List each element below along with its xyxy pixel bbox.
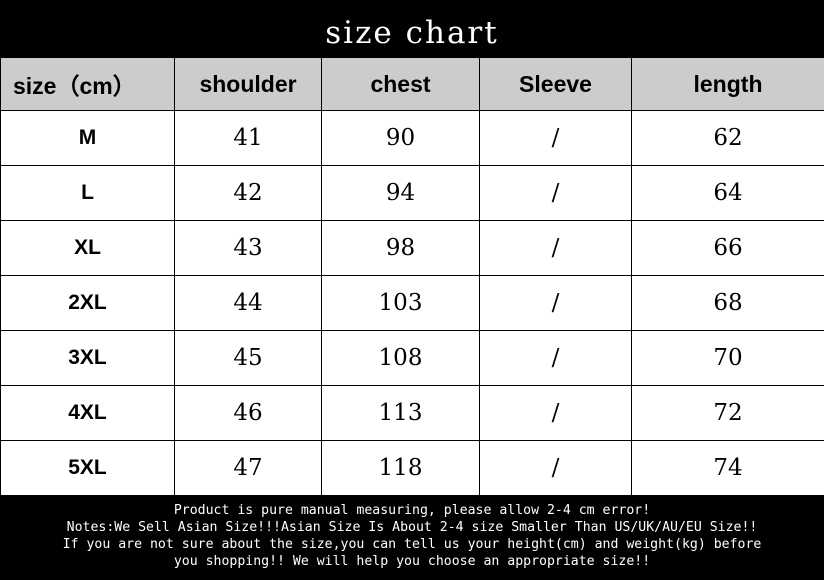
cell-length: 70 [631, 330, 824, 386]
cell-size: XL [0, 220, 175, 276]
column-header-shoulder: shoulder [174, 57, 322, 111]
cell-size: 4XL [0, 385, 175, 441]
column-header-length: length [631, 57, 824, 111]
notes-block: Product is pure manual measuring, please… [0, 496, 824, 570]
cell-chest: 90 [321, 110, 480, 166]
cell-chest: 113 [321, 385, 480, 441]
cell-size: 2XL [0, 275, 175, 331]
cell-size: 5XL [0, 440, 175, 496]
table-row: L 42 94 / 64 [0, 165, 824, 221]
cell-chest: 98 [321, 220, 480, 276]
table-row: M 41 90 / 62 [0, 110, 824, 166]
cell-shoulder: 41 [174, 110, 322, 166]
cell-sleeve: / [479, 330, 632, 386]
cell-shoulder: 43 [174, 220, 322, 276]
cell-size: L [0, 165, 175, 221]
table-row: 4XL 46 113 / 72 [0, 385, 824, 441]
table-header-row: size（cm） shoulder chest Sleeve length [0, 57, 824, 111]
table-row: 5XL 47 118 / 74 [0, 440, 824, 496]
cell-shoulder: 45 [174, 330, 322, 386]
cell-sleeve: / [479, 440, 632, 496]
cell-chest: 108 [321, 330, 480, 386]
cell-length: 62 [631, 110, 824, 166]
cell-sleeve: / [479, 220, 632, 276]
size-chart-page: size chart size（cm） shoulder chest Sleev… [0, 0, 824, 580]
cell-length: 66 [631, 220, 824, 276]
cell-chest: 94 [321, 165, 480, 221]
cell-sleeve: / [479, 385, 632, 441]
cell-shoulder: 47 [174, 440, 322, 496]
cell-shoulder: 42 [174, 165, 322, 221]
cell-sleeve: / [479, 165, 632, 221]
cell-sleeve: / [479, 275, 632, 331]
table-row: 2XL 44 103 / 68 [0, 275, 824, 331]
cell-length: 64 [631, 165, 824, 221]
page-title: size chart [325, 15, 499, 51]
cell-chest: 118 [321, 440, 480, 496]
cell-length: 68 [631, 275, 824, 331]
cell-sleeve: / [479, 110, 632, 166]
cell-shoulder: 44 [174, 275, 322, 331]
size-chart-table: size（cm） shoulder chest Sleeve length M … [0, 57, 824, 496]
table-body: M 41 90 / 62 L 42 94 / 64 XL 43 98 / 66 [0, 110, 824, 496]
column-header-sleeve: Sleeve [479, 57, 632, 111]
table-header: size（cm） shoulder chest Sleeve length [0, 57, 824, 111]
note-line-1: Product is pure manual measuring, please… [173, 503, 651, 518]
note-line-2: Notes:We Sell Asian Size!!!Asian Size Is… [66, 520, 758, 535]
cell-shoulder: 46 [174, 385, 322, 441]
table-row: 3XL 45 108 / 70 [0, 330, 824, 386]
cell-chest: 103 [321, 275, 480, 331]
cell-length: 72 [631, 385, 824, 441]
note-line-4: you shopping!! We will help you choose a… [173, 554, 651, 569]
table-row: XL 43 98 / 66 [0, 220, 824, 276]
cell-size: 3XL [0, 330, 175, 386]
cell-length: 74 [631, 440, 824, 496]
note-line-3: If you are not sure about the size,you c… [62, 537, 762, 552]
cell-size: M [0, 110, 175, 166]
column-header-chest: chest [321, 57, 480, 111]
column-header-size: size（cm） [0, 57, 175, 111]
